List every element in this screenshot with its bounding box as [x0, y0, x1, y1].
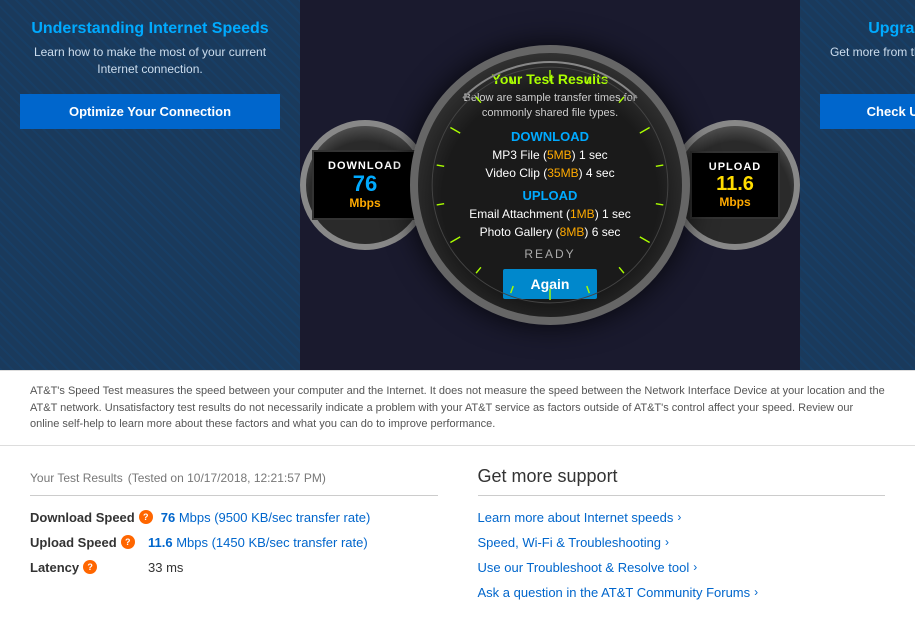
- download-gauge-value: 76: [328, 172, 402, 196]
- chevron-icon-1: ›: [677, 510, 681, 524]
- check-upgrade-button[interactable]: Check Upgrade Availability: [820, 94, 915, 129]
- latency-label: Latency ?: [30, 560, 140, 575]
- upload-help-icon[interactable]: ?: [121, 535, 135, 549]
- results-tested-on: (Tested on 10/17/2018, 12:21:57 PM): [128, 471, 326, 485]
- download-gauge-inner: DOWNLOAD 76 Mbps: [312, 150, 418, 220]
- optimize-connection-button[interactable]: Optimize Your Connection: [20, 94, 280, 129]
- upgrade-panel: Upgrade your service Get more from the I…: [800, 0, 915, 370]
- upgrade-panel-title: Upgrade your service: [868, 20, 915, 38]
- big-gauge: Your Test Results Below are sample trans…: [410, 45, 690, 325]
- download-speed-label: Download Speed ?: [30, 510, 153, 525]
- results-title: Your Test Results (Tested on 10/17/2018,…: [30, 466, 438, 496]
- support-link-3[interactable]: Use our Troubleshoot & Resolve tool ›: [478, 560, 886, 575]
- results-right: Get more support Learn more about Intern…: [478, 466, 886, 610]
- left-panel: Understanding Internet Speeds Learn how …: [0, 0, 300, 370]
- support-link-4[interactable]: Ask a question in the AT&T Community For…: [478, 585, 886, 600]
- upload-speed-label: Upload Speed ?: [30, 535, 140, 550]
- result-row-latency: Latency ? 33 ms: [30, 560, 438, 575]
- download-gauge-unit: Mbps: [328, 196, 402, 210]
- chevron-icon-2: ›: [665, 535, 669, 549]
- upload-gauge-value: 11.6: [706, 173, 764, 195]
- chevron-icon-3: ›: [693, 560, 697, 574]
- upload-gauge-label: UPLOAD: [706, 161, 764, 173]
- support-title: Get more support: [478, 466, 886, 496]
- gauge-section: DOWNLOAD 76 Mbps: [300, 0, 800, 370]
- upgrade-panel-description: Get more from the Internet and increase …: [820, 44, 915, 78]
- info-section: AT&T's Speed Test measures the speed bet…: [0, 370, 915, 446]
- upload-gauge-inner: UPLOAD 11.6 Mbps: [690, 151, 780, 219]
- support-link-2[interactable]: Speed, Wi-Fi & Troubleshooting ›: [478, 535, 886, 550]
- top-section: Understanding Internet Speeds Learn how …: [0, 0, 915, 370]
- download-speed-value: 76 Mbps (9500 KB/sec transfer rate): [161, 510, 371, 525]
- gauge-ticks-svg: [418, 53, 682, 317]
- result-row-download: Download Speed ? 76 Mbps (9500 KB/sec tr…: [30, 510, 438, 525]
- upload-gauge-unit: Mbps: [706, 195, 764, 209]
- left-panel-title: Understanding Internet Speeds: [31, 20, 268, 38]
- latency-value: 33 ms: [148, 560, 183, 575]
- gauge-wrapper: DOWNLOAD 76 Mbps: [300, 45, 800, 325]
- result-row-upload: Upload Speed ? 11.6 Mbps (1450 KB/sec tr…: [30, 535, 438, 550]
- info-text: AT&T's Speed Test measures the speed bet…: [30, 383, 885, 433]
- support-link-1[interactable]: Learn more about Internet speeds ›: [478, 510, 886, 525]
- chevron-icon-4: ›: [754, 585, 758, 599]
- latency-help-icon[interactable]: ?: [83, 560, 97, 574]
- results-left: Your Test Results (Tested on 10/17/2018,…: [30, 466, 438, 610]
- download-help-icon[interactable]: ?: [139, 510, 153, 524]
- upload-speed-value: 11.6 Mbps (1450 KB/sec transfer rate): [148, 535, 368, 550]
- results-section: Your Test Results (Tested on 10/17/2018,…: [0, 446, 915, 630]
- left-panel-description: Learn how to make the most of your curre…: [20, 44, 280, 78]
